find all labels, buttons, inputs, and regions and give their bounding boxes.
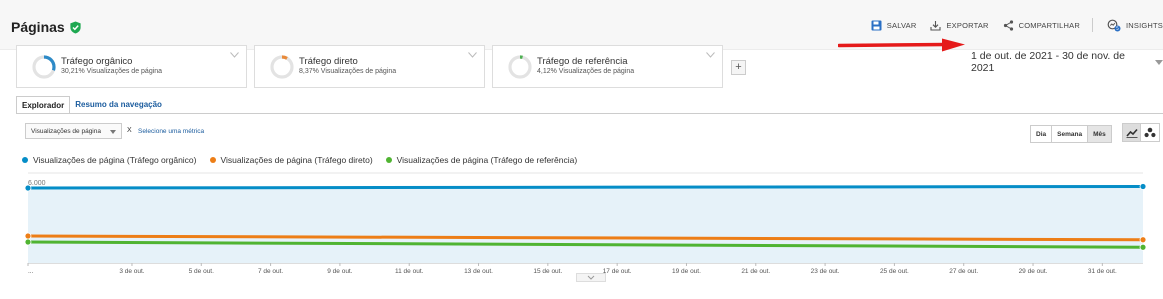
svg-text:5: 5: [1116, 26, 1119, 32]
x-tick-label: 27 de out.: [949, 268, 978, 275]
segment-share: 8,37% Visualizações de página: [299, 68, 397, 75]
bubble-chart-icon: [1144, 127, 1156, 138]
segment-card-direct[interactable]: Tráfego direto 8,37% Visualizações de pá…: [254, 45, 485, 88]
x-tick-label: 3 de out.: [119, 268, 144, 275]
line-chart-button[interactable]: [1122, 123, 1141, 142]
date-range-picker[interactable]: 1 de out. de 2021 - 30 de nov. de 2021: [971, 50, 1163, 74]
save-label: Salvar: [886, 20, 917, 30]
annotation-arrow-icon: [838, 38, 965, 52]
ring-track: [508, 55, 532, 79]
x-tick-label: 5 de out.: [189, 268, 214, 275]
legend-item-direct[interactable]: Visualizações de página (Tráfego direto): [209, 155, 373, 165]
granularity-switch: Dia Semana Mês: [1030, 125, 1112, 143]
vs-separator: X: [127, 127, 132, 134]
x-tick-label: 31 de out.: [1088, 268, 1117, 275]
chart-expand-handle[interactable]: [576, 273, 606, 282]
legend-dot-referral: [385, 157, 392, 163]
page-title-text: Páginas: [11, 19, 65, 35]
metric-dropdown[interactable]: Visualizações de página: [25, 123, 122, 139]
series-area-organic: [28, 186, 1143, 263]
x-tick-label: 21 de out.: [741, 268, 770, 275]
segment-card-organic[interactable]: Tráfego orgânico 30,21% Visualizações de…: [16, 45, 247, 88]
x-tick-label: ...: [28, 268, 34, 275]
data-point[interactable]: [24, 238, 32, 246]
date-range-text: 1 de out. de 2021 - 30 de nov. de 2021: [971, 50, 1125, 74]
segment-name: Tráfego de referência: [537, 56, 628, 67]
legend-item-organic[interactable]: Visualizações de página (Tráfego orgânic…: [22, 155, 197, 165]
x-tick-label: 13 de out.: [464, 268, 493, 275]
data-point[interactable]: [24, 184, 32, 192]
chevron-down-icon[interactable]: [230, 52, 239, 58]
motion-chart-button[interactable]: [1141, 123, 1160, 142]
export-button[interactable]: Exportar: [930, 20, 988, 31]
chart-type-switch: [1122, 123, 1160, 142]
segment-share: 30,21% Visualizações de página: [61, 68, 163, 75]
pageviews-line-chart: 6.0004.0002.000...3 de out.5 de out.7 de…: [24, 172, 1147, 275]
insights-icon: 5: [1107, 19, 1121, 32]
select-metric-link[interactable]: Selecione uma métrica: [138, 128, 204, 135]
chart-legend: Visualizações de página (Tráfego orgânic…: [22, 155, 577, 165]
top-bar: Páginas Salvar Exportar: [0, 0, 1163, 50]
legend-item-referral[interactable]: Visualizações de página (Tráfego de refe…: [385, 155, 578, 165]
legend-label: Visualizações de página (Tráfego direto): [220, 155, 373, 165]
x-tick-label: 29 de out.: [1019, 268, 1048, 275]
segment-share: 4,12% Visualizações de página: [537, 68, 635, 75]
chevron-down-icon[interactable]: [706, 52, 715, 58]
data-point[interactable]: [24, 232, 32, 240]
legend-label: Visualizações de página (Tráfego orgânic…: [33, 155, 197, 165]
export-icon: [930, 20, 942, 31]
data-point[interactable]: [1139, 236, 1147, 244]
x-tick-label: 23 de out.: [811, 268, 840, 275]
verified-shield-icon: [70, 20, 81, 34]
report-actions: Salvar Exportar Compartilhar: [857, 18, 1163, 32]
x-tick-label: 11 de out.: [395, 268, 424, 275]
ring-track: [270, 55, 294, 79]
x-tick-label: 7 de out.: [258, 268, 283, 275]
page-title: Páginas: [11, 19, 82, 35]
segment-name: Tráfego direto: [299, 56, 358, 67]
caret-down-icon: [110, 130, 116, 134]
granularity-month-button[interactable]: Mês: [1088, 125, 1112, 143]
x-tick-label: 19 de out.: [672, 268, 701, 275]
chevron-down-icon: [587, 275, 595, 280]
series-line: [27, 185, 1144, 190]
export-label: Exportar: [946, 20, 989, 30]
data-point[interactable]: [1139, 183, 1147, 190]
tabs-divider: [16, 113, 1163, 114]
legend-label: Visualizações de página (Tráfego de refe…: [396, 155, 578, 165]
legend-dot-direct: [209, 157, 216, 163]
segment-ring-referral-icon: [508, 55, 532, 79]
save-button[interactable]: Salvar: [871, 20, 917, 31]
x-tick-label: 25 de out.: [880, 268, 909, 275]
segment-bar: Tráfego orgânico 30,21% Visualizações de…: [16, 45, 723, 88]
share-button[interactable]: Compartilhar: [1003, 19, 1080, 31]
x-tick-label: 17 de out.: [603, 268, 632, 275]
save-icon: [871, 20, 882, 30]
legend-dot-organic: [22, 157, 28, 163]
chevron-down-icon[interactable]: [468, 52, 477, 58]
x-tick-label: 9 de out.: [327, 268, 352, 275]
segment-ring-direct-icon: [270, 55, 294, 79]
share-label: Compartilhar: [1018, 20, 1080, 30]
insights-button[interactable]: 5 Insights: [1107, 19, 1163, 32]
segment-name: Tráfego orgânico: [61, 56, 133, 67]
share-icon: [1003, 19, 1013, 31]
metric-selected: Visualizações de página: [31, 128, 101, 135]
line-chart-icon: [1125, 128, 1138, 138]
tab-navigation-summary[interactable]: Resumo da navegação: [70, 96, 167, 114]
segment-ring-organic-icon: [32, 55, 56, 79]
segment-card-referral[interactable]: Tráfego de referência 4,12% Visualizaçõe…: [492, 45, 723, 88]
add-segment-button[interactable]: +: [731, 60, 746, 75]
report-tabs: Explorador Resumo da navegação: [16, 96, 167, 114]
data-point[interactable]: [1139, 243, 1147, 251]
insights-label: Insights: [1125, 20, 1163, 30]
granularity-week-button[interactable]: Semana: [1052, 125, 1089, 143]
granularity-day-button[interactable]: Dia: [1030, 125, 1053, 143]
tab-explorer[interactable]: Explorador: [16, 96, 71, 114]
actions-divider: [1091, 18, 1093, 32]
x-tick-label: 15 de out.: [533, 268, 562, 275]
caret-down-icon: [1155, 59, 1163, 65]
